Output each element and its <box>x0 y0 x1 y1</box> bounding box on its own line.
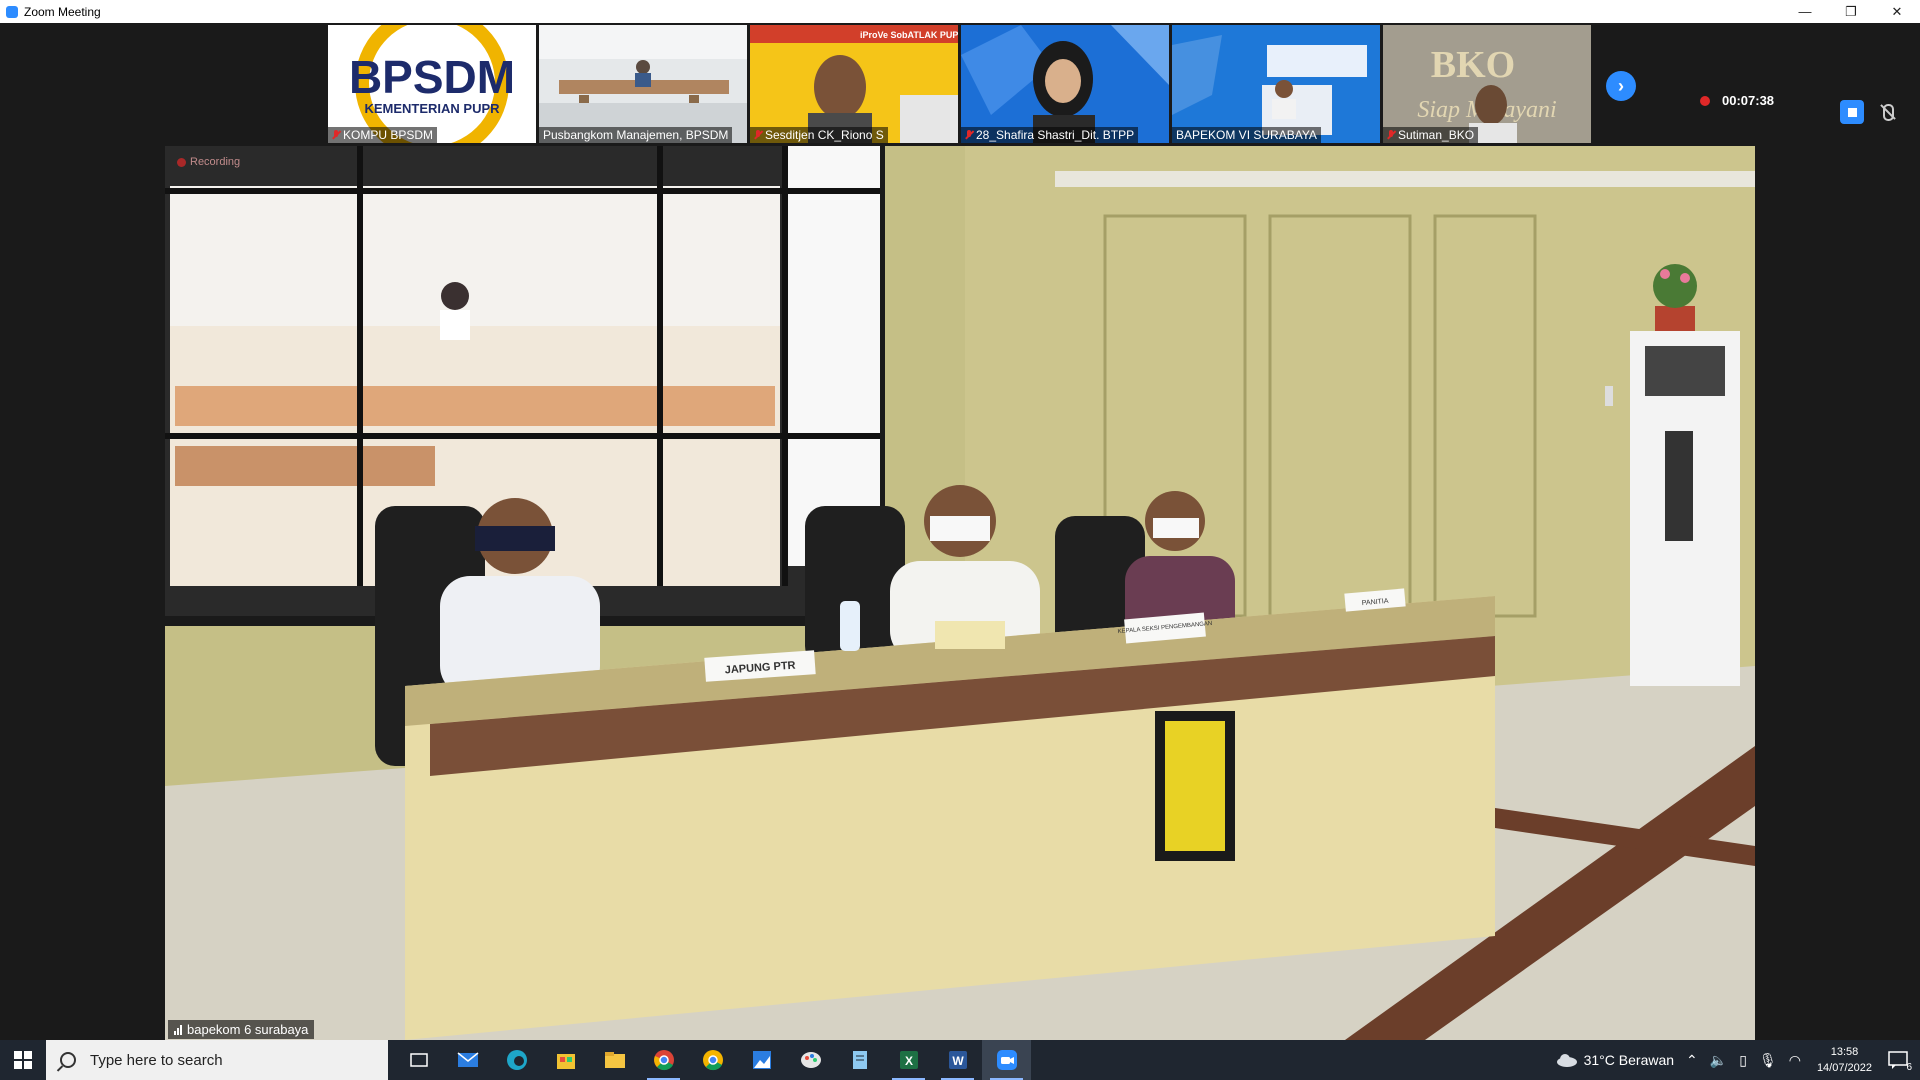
recording-timer: 00:07:38 <box>1722 93 1775 108</box>
bpsdm-logo-text: BPSDM <box>349 51 515 103</box>
bpsdm-logo: BPSDM KEMENTERIAN PUPR <box>349 25 515 143</box>
main-speaker-video[interactable]: JAPUNG PTR KEPALA SEKSI PENGEMBANGAN PAN… <box>165 146 1755 1040</box>
word-icon[interactable]: W <box>933 1040 982 1080</box>
video-feed <box>1172 25 1380 143</box>
search-placeholder: Type here to search <box>90 1051 223 1069</box>
participant-tile[interactable]: iProVe SobATLAK PUPR Sesditjen CK_Riono … <box>750 25 958 143</box>
video-feed <box>961 25 1169 143</box>
mic-muted-button[interactable] <box>1876 100 1900 124</box>
meeting-area: BPSDM KEMENTERIAN PUPR KOMPU BPSDM Pusba… <box>0 23 1920 1040</box>
recording-dot-icon <box>1700 95 1710 106</box>
participant-tile[interactable]: BPSDM KEMENTERIAN PUPR KOMPU BPSDM <box>328 25 536 143</box>
notifications-button[interactable]: 6 <box>1888 1051 1912 1073</box>
participant-name: KOMPU BPSDM <box>328 127 438 143</box>
speaker-name-label: bapekom 6 surabaya <box>168 1020 315 1039</box>
cloud-icon <box>1556 1054 1577 1067</box>
window-controls: — ❐ ✕ <box>1782 0 1920 23</box>
file-explorer-icon[interactable] <box>590 1040 639 1080</box>
recording-indicator: Recording <box>177 156 240 168</box>
microphone-icon[interactable]: 🎙 <box>1759 1052 1777 1069</box>
edge-icon[interactable] <box>492 1040 541 1080</box>
zoom-app-icon <box>6 5 18 18</box>
participant-tile[interactable]: BAPEKOM VI SURABAYA <box>1172 25 1380 143</box>
mic-muted-icon <box>754 130 762 140</box>
minimize-button[interactable]: — <box>1782 0 1828 23</box>
taskbar-search-box[interactable]: Type here to search <box>46 1040 388 1080</box>
svg-text:X: X <box>904 1054 912 1068</box>
participant-tile[interactable]: Pusbangkom Manajemen, BPSDM <box>539 25 747 143</box>
mic-muted-icon <box>332 130 340 140</box>
next-page-button[interactable]: › <box>1606 71 1636 101</box>
show-hidden-icons-icon[interactable]: ⌃ <box>1686 1052 1698 1069</box>
notification-icon <box>1888 1051 1908 1069</box>
bko-logo-text: BKO <box>1431 44 1515 86</box>
participant-strip: BPSDM KEMENTERIAN PUPR KOMPU BPSDM Pusba… <box>328 25 1591 143</box>
video-feed <box>539 25 747 143</box>
zoom-icon[interactable] <box>982 1040 1031 1080</box>
stop-recording-button[interactable] <box>1840 100 1864 124</box>
wifi-icon[interactable]: ◠ <box>1789 1052 1801 1069</box>
signal-bars-icon <box>174 1024 182 1035</box>
windows-logo-icon <box>14 1051 32 1069</box>
task-view-icon[interactable] <box>394 1040 443 1080</box>
bpsdm-logo-subtext: KEMENTERIAN PUPR <box>364 101 500 116</box>
svg-text:W: W <box>952 1054 964 1068</box>
clock[interactable]: 13:58 14/07/2022 <box>1817 1044 1872 1076</box>
participant-name: 28_Shafira Shastri_Dit. BTPP <box>961 127 1139 143</box>
mail-icon[interactable] <box>443 1040 492 1080</box>
recording-status: 00:07:38 <box>1700 93 1774 108</box>
excel-icon[interactable]: X <box>884 1040 933 1080</box>
photos-icon[interactable] <box>737 1040 786 1080</box>
video-feed: iProVe SobATLAK PUPR <box>750 25 958 143</box>
participant-name: BAPEKOM VI SURABAYA <box>1172 127 1321 143</box>
video-feed: BKO Siap Melayani <box>1383 25 1591 143</box>
participant-name: Sutiman_BKO <box>1383 127 1479 143</box>
device-icon[interactable]: ▯ <box>1739 1052 1747 1069</box>
pinned-apps: X W <box>394 1040 1031 1080</box>
participant-tile[interactable]: 28_Shafira Shastri_Dit. BTPP <box>961 25 1169 143</box>
chrome-alt-icon[interactable] <box>688 1040 737 1080</box>
virtual-bg-banner: iProVe SobATLAK PUPR <box>860 30 958 40</box>
clock-date: 14/07/2022 <box>1816 1062 1872 1074</box>
weather-widget[interactable]: 31°C Berawan <box>1556 1052 1674 1068</box>
clock-time: 13:58 <box>1830 1046 1859 1058</box>
participant-name: Sesditjen CK_Riono S <box>750 127 888 143</box>
participant-tile[interactable]: BKO Siap Melayani Sutiman_BKO <box>1383 25 1591 143</box>
stop-icon <box>1847 107 1857 117</box>
start-button[interactable] <box>0 1040 46 1080</box>
search-icon <box>60 1052 76 1068</box>
notification-count: 6 <box>1906 1062 1912 1073</box>
close-button[interactable]: ✕ <box>1874 0 1920 23</box>
mic-muted-icon <box>1387 130 1395 140</box>
mic-muted-icon <box>965 130 973 140</box>
restore-button[interactable]: ❐ <box>1828 0 1874 23</box>
chrome-icon[interactable] <box>639 1040 688 1080</box>
window-title: Zoom Meeting <box>24 4 101 19</box>
paint-icon[interactable] <box>786 1040 835 1080</box>
volume-icon[interactable]: 🔈 <box>1710 1052 1727 1069</box>
recording-dot-icon <box>177 157 186 167</box>
notepad-icon[interactable] <box>835 1040 884 1080</box>
system-tray: 31°C Berawan ⌃ 🔈 ▯ 🎙 ◠ 13:58 14/07/2022 … <box>1550 1040 1920 1080</box>
title-bar: Zoom Meeting — ❐ ✕ <box>0 0 1920 23</box>
video-feed: JAPUNG PTR KEPALA SEKSI PENGEMBANGAN PAN… <box>165 146 1755 1040</box>
participant-name: Pusbangkom Manajemen, BPSDM <box>539 127 733 143</box>
windows-taskbar: Type here to search X W 31°C Berawan ⌃ 🔈… <box>0 1040 1920 1080</box>
store-icon[interactable] <box>541 1040 590 1080</box>
